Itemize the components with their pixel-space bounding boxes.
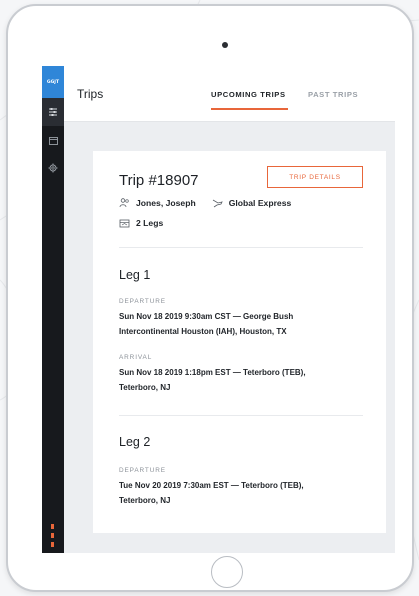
- app-logo[interactable]: GGJT: [42, 66, 64, 98]
- tab-past-trips[interactable]: PAST TRIPS: [308, 90, 358, 99]
- top-bar: Trips UPCOMING TRIPS PAST TRIPS: [64, 66, 395, 122]
- legs-icon: [119, 218, 130, 228]
- arrival-label: ARRIVAL: [119, 354, 153, 361]
- sidebar: GGJT: [42, 66, 64, 553]
- leg-title: Leg 2: [119, 435, 151, 449]
- page-title: Trips: [77, 87, 104, 101]
- calendar-icon[interactable]: [42, 126, 64, 154]
- trip-meta-row: Jones, Joseph Global Express: [119, 198, 291, 208]
- passengers-icon: [119, 198, 130, 208]
- sidebar-accent-marks: [51, 524, 54, 547]
- departure-label: DEPARTURE: [119, 298, 166, 305]
- trip-details-button[interactable]: TRIP DETAILS: [267, 166, 363, 188]
- trip-card: Trip #18907 TRIP DETAILS Jones, Joseph G…: [93, 151, 386, 533]
- trip-title: Trip #18907: [119, 172, 199, 189]
- legs-count-row: 2 Legs: [119, 218, 163, 228]
- app-screen: GGJT Trips UPCOMING TRIPS PAST TRIPS Tri…: [42, 66, 395, 553]
- divider: [119, 247, 363, 248]
- departure-line-1: Tue Nov 20 2019 7:30am EST — Teterboro (…: [119, 481, 304, 490]
- legs-count: 2 Legs: [136, 218, 164, 228]
- aircraft-icon: [212, 198, 223, 208]
- departure-line-2: Intercontinental Houston (IAH), Houston,…: [119, 327, 287, 336]
- departure-label: DEPARTURE: [119, 467, 166, 474]
- camera-dot: [222, 42, 228, 48]
- arrival-line-1: Sun Nov 18 2019 1:18pm EST — Teterboro (…: [119, 368, 306, 377]
- aircraft-name: Global Express: [228, 198, 292, 208]
- divider: [119, 415, 363, 416]
- arrival-line-2: Teterboro, NJ: [119, 383, 171, 392]
- sliders-icon[interactable]: [42, 98, 64, 126]
- departure-line-1: Sun Nov 18 2019 9:30am CST — George Bush: [119, 312, 294, 321]
- departure-line-2: Teterboro, NJ: [119, 496, 171, 505]
- tab-upcoming-trips[interactable]: UPCOMING TRIPS: [211, 90, 286, 99]
- passenger-name: Jones, Joseph: [136, 198, 196, 208]
- home-button[interactable]: [211, 556, 243, 588]
- leg-title: Leg 1: [119, 268, 151, 282]
- gear-icon[interactable]: [42, 154, 64, 182]
- tablet-frame: GGJT Trips UPCOMING TRIPS PAST TRIPS Tri…: [6, 4, 414, 592]
- active-tab-indicator: [211, 108, 288, 110]
